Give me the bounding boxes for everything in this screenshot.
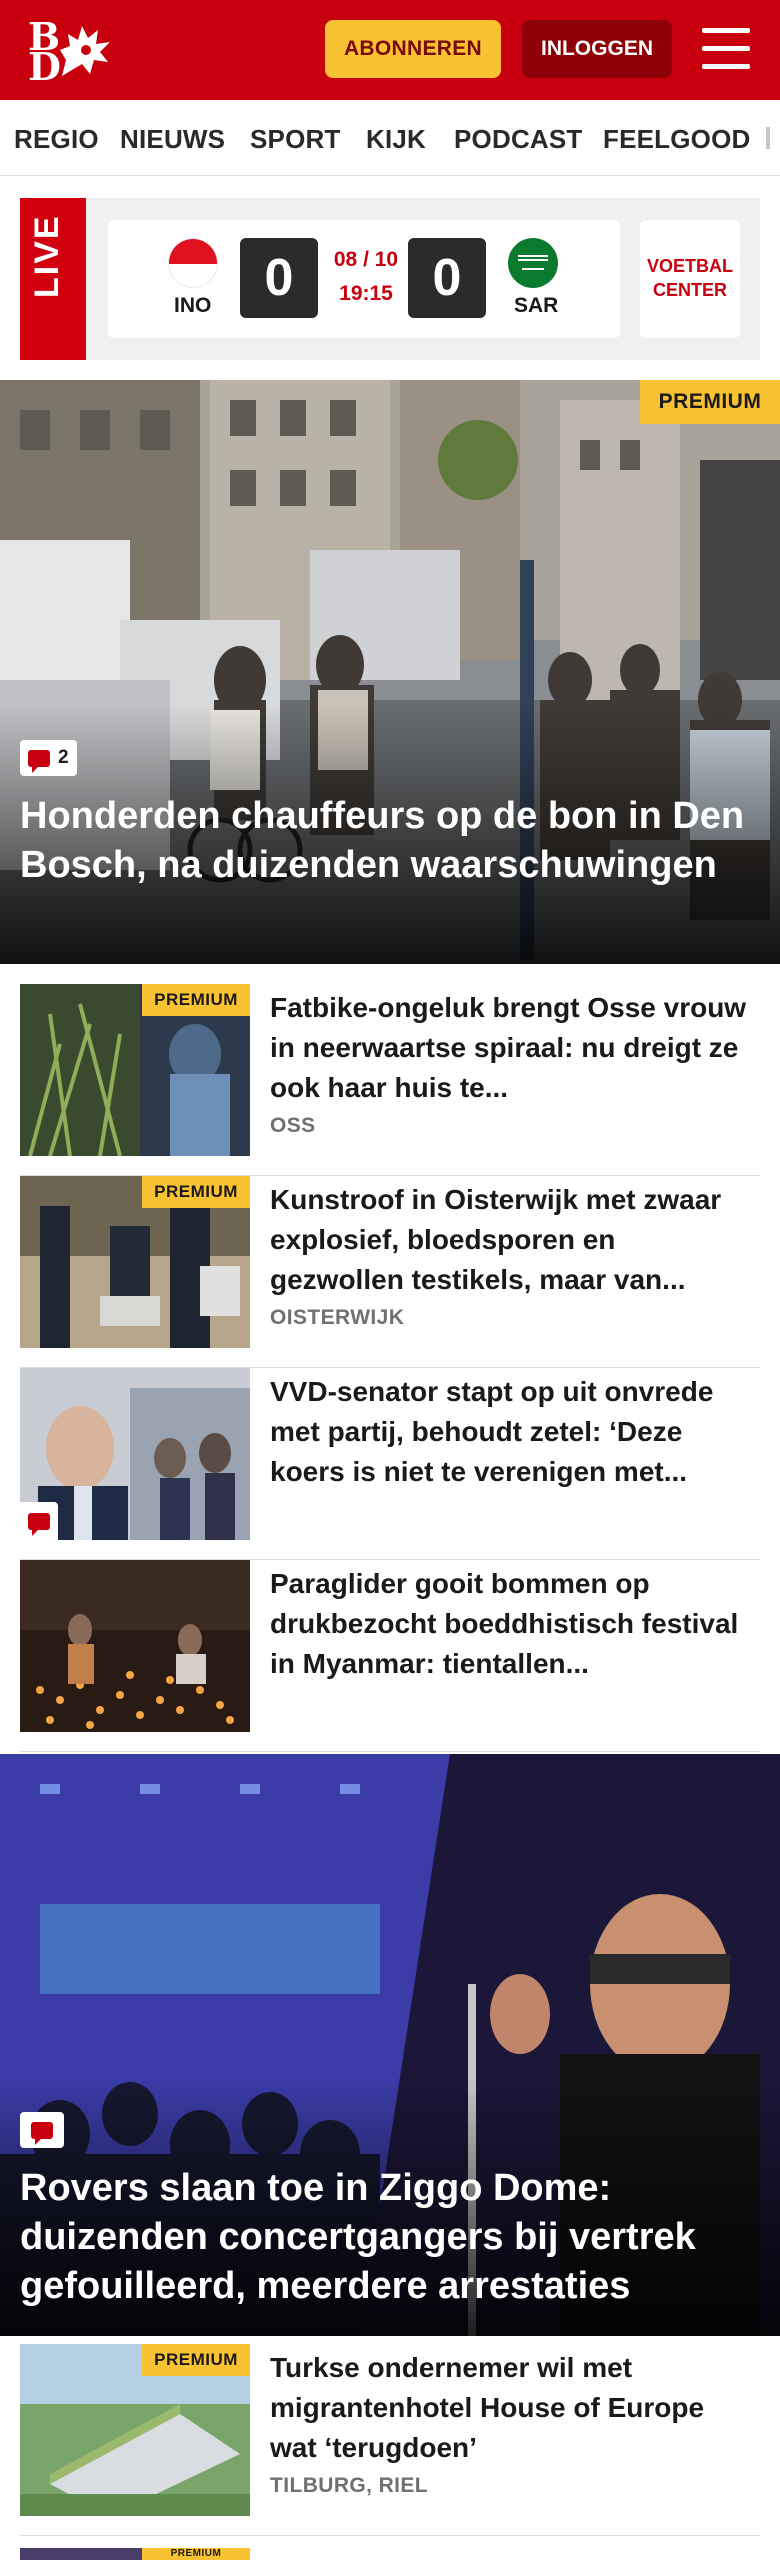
- article-title[interactable]: Kunstroof in Oisterwijk met zwaar explos…: [270, 1180, 750, 1300]
- saudi-arabia-flag-icon: [508, 238, 558, 288]
- comment-icon-badge[interactable]: [20, 2112, 64, 2148]
- voetbal-center-button[interactable]: VOETBAL CENTER: [640, 220, 740, 338]
- subscribe-button[interactable]: ABONNEREN: [325, 20, 501, 78]
- article-title[interactable]: Turkse ondernemer wil met migrantenhotel…: [270, 2348, 750, 2468]
- list-item[interactable]: PREMIUM Fatbike-ongeluk brengt Osse vrou…: [20, 984, 760, 1176]
- hero-headline[interactable]: Rovers slaan toe in Ziggo Dome: duizende…: [20, 2164, 750, 2311]
- premium-badge: PREMIUM: [142, 1176, 250, 1208]
- comment-icon-badge[interactable]: [20, 1502, 58, 1540]
- comment-icon: [28, 1512, 50, 1536]
- premium-badge: PREMIUM: [640, 380, 780, 424]
- live-tag: LIVE: [20, 198, 86, 360]
- premium-badge: PREMIUM: [142, 984, 250, 1016]
- top-header: B D ABONNEREN INLOGGEN: [0, 0, 780, 100]
- article-title[interactable]: Fatbike-ongeluk brengt Osse vrouw in nee…: [270, 988, 750, 1108]
- dragon-icon: [60, 26, 110, 76]
- match-time: 19:15: [339, 282, 393, 305]
- premium-badge: PREMIUM: [142, 2548, 250, 2560]
- nav-overflow-item[interactable]: [766, 127, 770, 149]
- live-scoreboard: LIVE INO 0 08 / 10 19:15 0 SAR VOETBAL C…: [20, 198, 760, 360]
- match-date: 08 / 10: [333, 248, 399, 271]
- section-nav: REGIO NIEUWS SPORT KIJK PODCAST FEELGOOD: [0, 100, 780, 176]
- nav-item-kijk[interactable]: KIJK: [366, 124, 426, 155]
- nav-item-nieuws[interactable]: NIEUWS: [120, 124, 225, 155]
- article-thumbnail: [20, 1560, 250, 1732]
- nav-item-sport[interactable]: SPORT: [250, 124, 341, 155]
- away-team-code: SAR: [514, 294, 559, 317]
- list-item[interactable]: PREMIUM Kunstroof in Oisterwijk met zwaa…: [20, 1176, 760, 1368]
- away-score: 0: [408, 238, 486, 318]
- match-card[interactable]: INO 0 08 / 10 19:15 0 SAR: [108, 220, 620, 338]
- list-item-partial[interactable]: PREMIUM: [20, 2548, 760, 2560]
- home-team-code: INO: [174, 294, 212, 317]
- article-location: OSS: [270, 1114, 316, 1137]
- login-button[interactable]: INLOGGEN: [522, 20, 672, 78]
- indonesia-flag-icon: [168, 238, 218, 288]
- home-score: 0: [240, 238, 318, 318]
- nav-item-podcast[interactable]: PODCAST: [454, 124, 583, 155]
- hero-article-2[interactable]: Rovers slaan toe in Ziggo Dome: duizende…: [0, 1754, 780, 2336]
- article-title[interactable]: Paraglider gooit bommen op drukbezocht b…: [270, 1564, 750, 1684]
- article-location: TILBURG, RIEL: [270, 2474, 429, 2497]
- article-title[interactable]: VVD-senator stapt op uit onvrede met par…: [270, 1372, 750, 1492]
- hamburger-icon[interactable]: [700, 26, 752, 72]
- premium-badge: PREMIUM: [142, 2344, 250, 2376]
- list-item[interactable]: VVD-senator stapt op uit onvrede met par…: [20, 1368, 760, 1560]
- nav-item-feelgood[interactable]: FEELGOOD: [603, 124, 751, 155]
- list-item[interactable]: PREMIUM Turkse ondernemer wil met migran…: [20, 2344, 760, 2536]
- comment-icon: [31, 2121, 53, 2145]
- list-item[interactable]: Paraglider gooit bommen op drukbezocht b…: [20, 1560, 760, 1752]
- hero-article-1[interactable]: PREMIUM 2 Honderden chauffeurs op de bon…: [0, 380, 780, 964]
- comment-count-badge[interactable]: 2: [20, 740, 77, 776]
- nav-item-regio[interactable]: REGIO: [14, 124, 99, 155]
- hero-headline[interactable]: Honderden chauffeurs op de bon in Den Bo…: [20, 792, 750, 890]
- site-logo[interactable]: B D: [26, 18, 116, 86]
- article-location: OISTERWIJK: [270, 1306, 405, 1329]
- comment-icon: [28, 749, 50, 773]
